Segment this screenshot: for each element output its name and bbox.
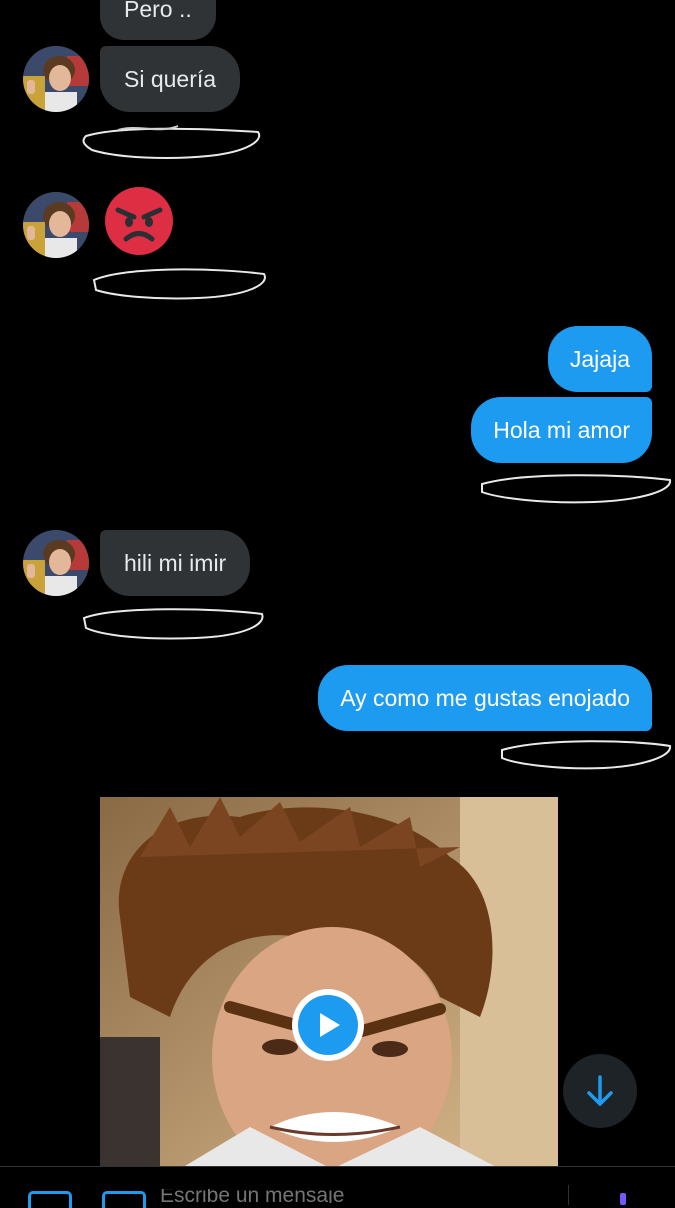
message-text: Jajaja (569, 346, 630, 372)
angry-face-emoji[interactable] (104, 186, 174, 256)
arrow-down-icon (587, 1075, 613, 1106)
redaction-scribble (82, 608, 264, 640)
redaction-scribble (92, 268, 266, 300)
redaction-scribble (501, 740, 671, 770)
message-text: Hola mi amor (493, 417, 630, 443)
message-bubble-incoming[interactable]: Si quería (100, 46, 241, 112)
message-input[interactable] (160, 1189, 540, 1203)
sender-avatar[interactable] (23, 530, 89, 596)
message-text: Si quería (124, 66, 217, 92)
composer-divider (568, 1185, 569, 1205)
message-text: hili mi imir (124, 550, 227, 576)
play-icon (298, 995, 358, 1055)
send-icon[interactable] (620, 1193, 626, 1205)
scroll-to-bottom-button[interactable] (563, 1054, 637, 1128)
sender-avatar[interactable] (23, 46, 89, 112)
message-bubble-incoming[interactable]: hili mi imir (100, 530, 251, 596)
video-message[interactable] (100, 797, 558, 1169)
redaction-scribble (82, 125, 261, 159)
redaction-scribble (481, 474, 672, 504)
message-bubble-outgoing[interactable]: Hola mi amor (471, 397, 652, 463)
message-text: Ay como me gustas enojado (340, 685, 630, 711)
sender-avatar[interactable] (23, 192, 89, 258)
play-button[interactable] (292, 989, 364, 1061)
message-bubble-outgoing[interactable]: Jajaja (547, 326, 652, 392)
message-text: Pero .. (124, 0, 192, 22)
message-bubble-incoming[interactable]: Pero .. (100, 0, 216, 40)
message-composer (0, 1166, 675, 1208)
message-bubble-outgoing[interactable]: Ay como me gustas enojado (318, 665, 652, 731)
